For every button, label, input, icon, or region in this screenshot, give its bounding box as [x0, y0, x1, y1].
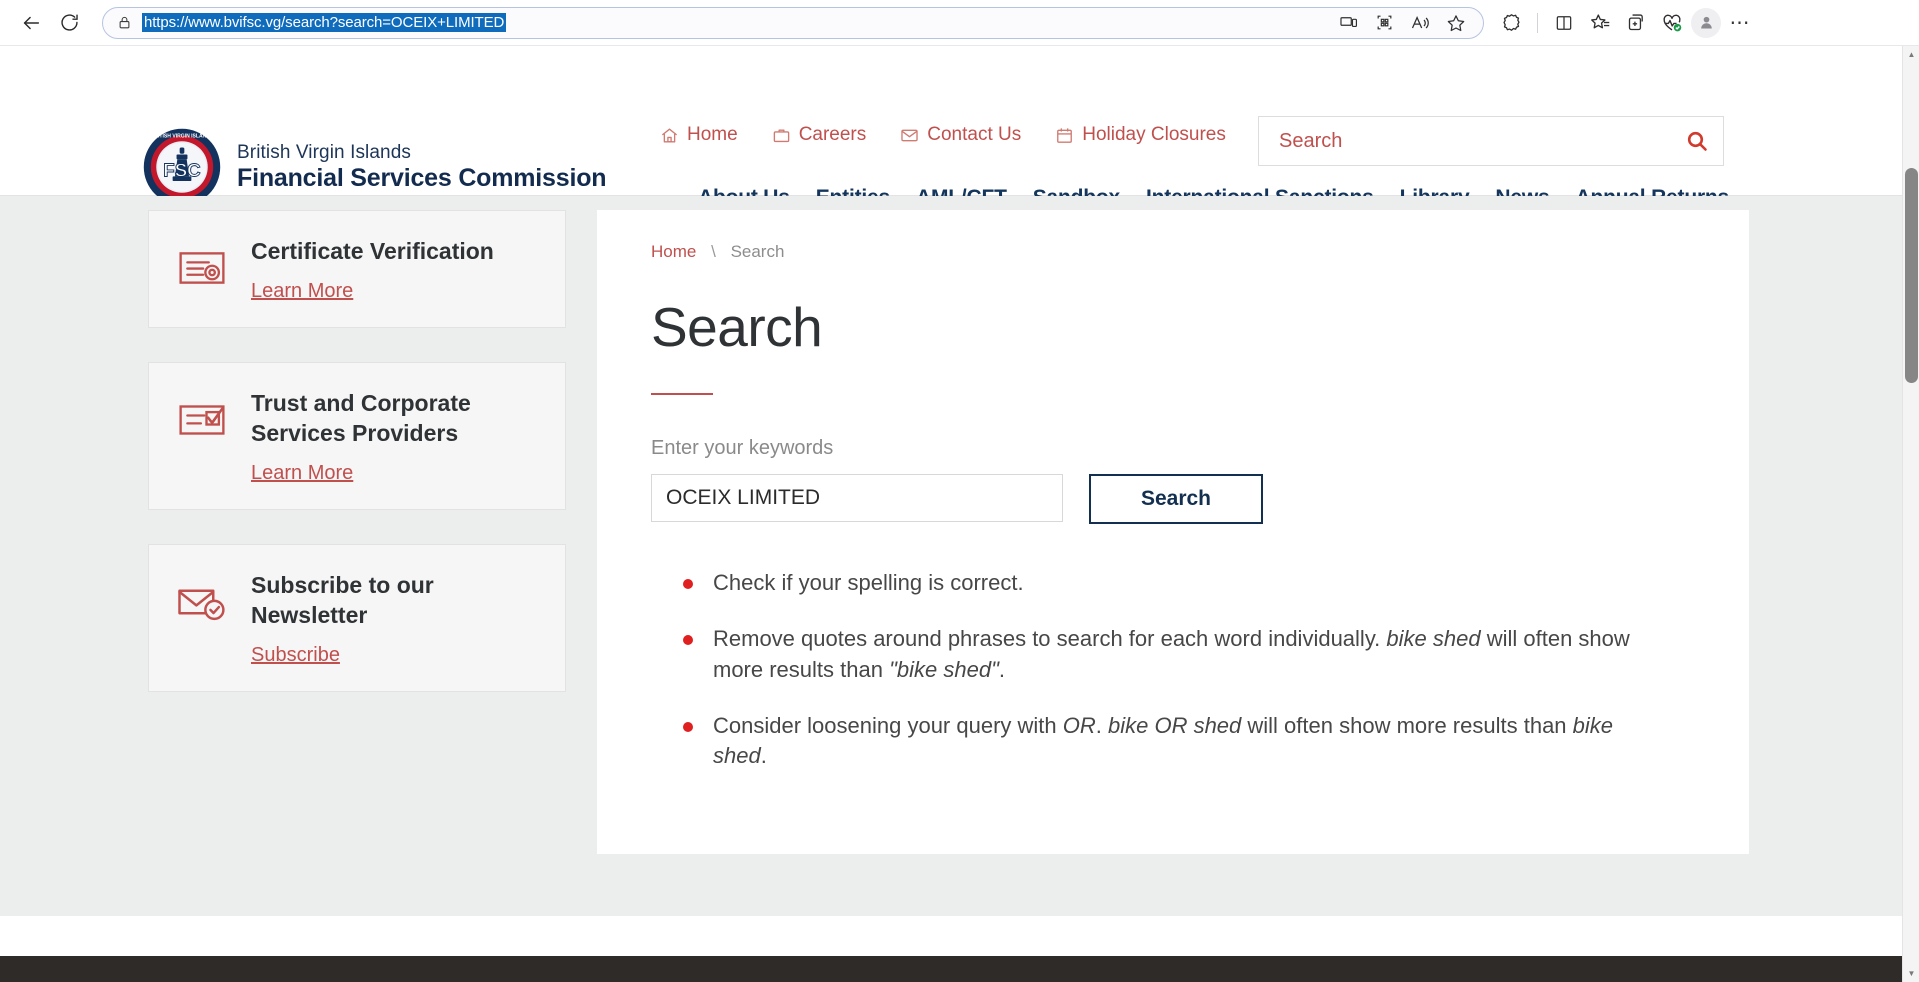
- util-link-careers[interactable]: Careers: [772, 124, 867, 146]
- sidebar-card-link[interactable]: Learn More: [251, 280, 353, 303]
- browser-toolbar: https://www.bvifsc.vg/search?search=OCEI…: [0, 0, 1919, 46]
- breadcrumb-home[interactable]: Home: [651, 242, 696, 261]
- calendar-icon: [1055, 126, 1074, 145]
- read-aloud-icon[interactable]: [1403, 8, 1437, 38]
- keywords-label: Enter your keywords: [651, 437, 834, 459]
- page-scrollbar[interactable]: ▲ ▼: [1902, 46, 1919, 982]
- briefcase-icon: [772, 126, 791, 145]
- sidebar-card-title: Certificate Verification: [251, 238, 494, 264]
- page-title: Search: [651, 296, 823, 358]
- util-link-contact-us[interactable]: Contact Us: [900, 124, 1021, 146]
- sidebar-card-subscribe-to-our-newsletter[interactable]: Subscribe to our Newsletter Subscribe: [148, 544, 566, 693]
- header-search-box[interactable]: [1258, 116, 1724, 166]
- site-logo[interactable]: FSC BRITISH VIRGIN ISLANDS British Virgi…: [143, 128, 607, 206]
- lock-icon: [117, 15, 132, 30]
- search-tip-emphasis: bike OR shed: [1107, 713, 1242, 739]
- util-link-label: Home: [687, 124, 738, 145]
- util-link-home[interactable]: Home: [660, 124, 738, 146]
- back-arrow-icon: [23, 16, 40, 29]
- main-content: Home \ Search Search Enter your keywords…: [597, 210, 1749, 854]
- util-link-label: Contact Us: [927, 124, 1022, 145]
- search-tip-text: .: [1095, 713, 1108, 739]
- scrollbar-thumb[interactable]: [1905, 168, 1918, 383]
- sidebar-card-title: Trust and Corporate Services Providers: [251, 390, 471, 446]
- split-screen-apps-icon[interactable]: [1367, 8, 1401, 38]
- back-button[interactable]: [12, 4, 50, 42]
- scroll-up-arrow-icon[interactable]: ▲: [1903, 46, 1919, 63]
- logo-line-2: Financial Services Commission: [237, 164, 607, 193]
- title-underline-rule: [651, 393, 713, 395]
- browser-toolbar-actions: ⋯: [1494, 7, 1757, 38]
- search-tip-item: Consider loosening your query with OR. b…: [683, 711, 1653, 772]
- home-icon: [660, 126, 679, 145]
- reload-icon: [60, 14, 78, 31]
- utility-nav: Home Careers Contact Us Holiday Closures: [660, 124, 1300, 146]
- search-tip-emphasis: OR: [1062, 713, 1096, 739]
- header-search-input[interactable]: [1277, 128, 1685, 154]
- search-tip-emphasis: "bike shed": [889, 656, 999, 682]
- search-tip-text: .: [998, 656, 1005, 682]
- breadcrumb: Home \ Search: [651, 242, 1695, 262]
- address-bar[interactable]: https://www.bvifsc.vg/search?search=OCEI…: [102, 6, 1484, 39]
- seal-text: FSC: [163, 159, 200, 180]
- checklist-icon: [175, 393, 229, 485]
- util-link-holiday-closures[interactable]: Holiday Closures: [1055, 124, 1226, 146]
- search-tip-text: .: [760, 743, 767, 769]
- page-viewport: FSC BRITISH VIRGIN ISLANDS British Virgi…: [0, 46, 1902, 982]
- breadcrumb-current: Search: [730, 242, 785, 261]
- bvifsc-seal-icon: FSC BRITISH VIRGIN ISLANDS: [143, 128, 221, 206]
- scroll-down-arrow-icon[interactable]: ▼: [1903, 965, 1919, 982]
- search-tip-emphasis: bike shed: [1386, 626, 1481, 652]
- favorites-icon[interactable]: [1583, 8, 1617, 38]
- search-tip-item: Remove quotes around phrases to search f…: [683, 624, 1653, 685]
- util-link-label: Careers: [798, 124, 867, 145]
- search-tip-text: will often show more results than: [1241, 713, 1573, 739]
- envelope-icon: [900, 126, 919, 145]
- certificate-icon: [175, 241, 229, 303]
- toolbar-divider: [1537, 12, 1538, 33]
- util-link-label: Holiday Closures: [1082, 124, 1226, 145]
- split-screen-icon[interactable]: [1547, 8, 1581, 38]
- profile-avatar-icon[interactable]: [1691, 7, 1721, 38]
- health-check-icon[interactable]: [1655, 8, 1689, 38]
- sidebar-card-link[interactable]: Subscribe: [251, 644, 340, 667]
- browser-essentials-icon[interactable]: [1494, 8, 1528, 38]
- more-options-button[interactable]: ⋯: [1723, 8, 1757, 38]
- search-tip-text: Consider loosening your query with: [713, 713, 1063, 739]
- search-tip-item: Check if your spelling is correct.: [683, 568, 1653, 598]
- sidebar-card-link[interactable]: Learn More: [251, 462, 353, 485]
- breadcrumb-separator: \: [711, 242, 716, 261]
- magnifier-icon[interactable]: [1685, 129, 1709, 153]
- collections-icon[interactable]: [1619, 8, 1653, 38]
- page-body: Certificate Verification Learn More Trus…: [0, 196, 1902, 982]
- sidebar-card-certificate-verification[interactable]: Certificate Verification Learn More: [148, 210, 566, 329]
- search-form: Search: [651, 474, 1695, 524]
- sidebar-card-trust-and-corporate-services-providers[interactable]: Trust and Corporate Services Providers L…: [148, 362, 566, 511]
- site-header: FSC BRITISH VIRGIN ISLANDS British Virgi…: [0, 46, 1902, 209]
- search-button[interactable]: Search: [1089, 474, 1263, 524]
- sidebar-card-title: Subscribe to our Newsletter: [251, 572, 434, 628]
- reload-button[interactable]: [50, 4, 88, 42]
- search-input[interactable]: [651, 474, 1063, 522]
- search-tip-text: Remove quotes around phrases to search f…: [713, 626, 1387, 652]
- cast-to-device-icon[interactable]: [1331, 8, 1365, 38]
- svg-text:BRITISH VIRGIN ISLANDS: BRITISH VIRGIN ISLANDS: [151, 133, 214, 139]
- add-favorite-star-icon[interactable]: [1439, 8, 1473, 38]
- logo-line-1: British Virgin Islands: [237, 141, 411, 163]
- search-tips-list: Check if your spelling is correct. Remove…: [651, 568, 1695, 772]
- search-tip-text: Check if your spelling is correct.: [713, 570, 1024, 595]
- url-text[interactable]: https://www.bvifsc.vg/search?search=OCEI…: [142, 13, 507, 32]
- sidebar: Certificate Verification Learn More Trus…: [148, 210, 566, 726]
- envelope-check-icon: [175, 575, 229, 667]
- site-footer: [0, 956, 1902, 982]
